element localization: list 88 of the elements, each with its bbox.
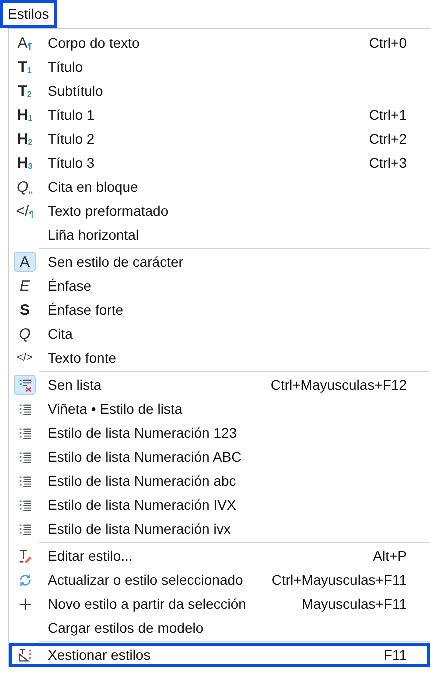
style-glyph: E bbox=[20, 278, 30, 294]
menu-item[interactable]: </> Texto fonte bbox=[9, 346, 430, 370]
menu-item[interactable]: Estilo de lista Numeración ABC bbox=[9, 445, 430, 469]
menu-item[interactable]: H1 Título 1 Ctrl+1 bbox=[9, 103, 430, 127]
menu-item-label: Viñeta • Estilo de lista bbox=[48, 401, 184, 417]
no-list-icon bbox=[18, 378, 32, 392]
menu-item-label: Cargar estilos de modelo bbox=[48, 620, 205, 636]
style-glyph: Q bbox=[19, 326, 31, 342]
menu-item-label: Xestionar estilos bbox=[48, 647, 152, 663]
menu-item-label: Énfase bbox=[48, 278, 93, 294]
menu-item-label: Texto fonte bbox=[48, 350, 118, 366]
menu-item-label: Estilo de lista Numeración IVX bbox=[48, 497, 238, 513]
style-glyph: H bbox=[17, 108, 28, 122]
menu-item[interactable]: T2 Subtítulo bbox=[9, 79, 430, 103]
menu-item[interactable]: Editar estilo... Alt+P bbox=[9, 544, 430, 568]
shortcut-label: Alt+P bbox=[373, 548, 407, 564]
menu-item[interactable]: A¶ Corpo do texto Ctrl+0 bbox=[9, 31, 430, 55]
style-glyph: T bbox=[18, 60, 28, 74]
style-glyph-index: 2 bbox=[27, 90, 32, 98]
style-glyph-index: 1 bbox=[27, 66, 32, 74]
menu-item-label: Énfase forte bbox=[48, 302, 124, 318]
menu-item[interactable]: H3 Título 3 Ctrl+3 bbox=[9, 151, 430, 175]
menu-item-label: Estilo de lista Numeración 123 bbox=[48, 425, 238, 441]
menu-item[interactable]: A Sen estilo de carácter bbox=[9, 250, 430, 274]
menu-item-label: Título bbox=[48, 59, 84, 75]
shortcut-label: Ctrl+0 bbox=[369, 35, 407, 51]
menu-item[interactable]: S Énfase forte bbox=[9, 298, 430, 322]
menu-item-label: Estilo de lista Numeración ivx bbox=[48, 521, 232, 537]
shortcut-label: Ctrl+3 bbox=[369, 155, 407, 171]
menu-item-label: Novo estilo a partir da selección bbox=[48, 596, 248, 612]
menu-item[interactable]: Sen lista Ctrl+Mayusculas+F12 bbox=[9, 373, 430, 397]
menu-item-label: Título 3 bbox=[48, 155, 96, 171]
style-glyph-index: ¶ bbox=[28, 42, 32, 50]
style-glyph-index: ¶ bbox=[29, 210, 34, 218]
menu-item[interactable]: Q Cita bbox=[9, 322, 430, 346]
menu-item[interactable]: Estilo de lista Numeración IVX bbox=[9, 493, 430, 517]
shortcut-label: Ctrl+Mayusculas+F11 bbox=[272, 572, 407, 588]
menu-item-label: Editar estilo... bbox=[48, 548, 134, 564]
manage-styles-icon bbox=[18, 648, 32, 662]
menu-item[interactable]: Estilo de lista Numeración 123 bbox=[9, 421, 430, 445]
style-glyph: </> bbox=[17, 352, 33, 364]
plus-icon bbox=[18, 596, 32, 612]
style-glyph: T bbox=[18, 84, 28, 98]
style-glyph: H bbox=[17, 132, 28, 146]
shortcut-label: Ctrl+1 bbox=[369, 107, 407, 123]
menu-item-label: Título 2 bbox=[48, 131, 96, 147]
menu-item-label: Actualizar o estilo seleccionado bbox=[48, 572, 244, 588]
style-glyph-index: 1 bbox=[28, 114, 33, 122]
menu-item[interactable]: Estilo de lista Numeración ivx bbox=[9, 517, 430, 541]
style-glyph: H bbox=[17, 156, 28, 170]
style-glyph-index: 2 bbox=[28, 138, 33, 146]
shortcut-label: Ctrl+2 bbox=[369, 131, 407, 147]
style-glyph: </ bbox=[16, 204, 30, 218]
style-glyph: S bbox=[20, 302, 30, 318]
style-glyph: A bbox=[18, 36, 28, 50]
menu-item[interactable]: T1 Título bbox=[9, 55, 430, 79]
menu-item[interactable]: H2 Título 2 Ctrl+2 bbox=[9, 127, 430, 151]
menu-item[interactable]: Estilo de lista Numeración abc bbox=[9, 469, 430, 493]
menu-item-label: Estilo de lista Numeración abc bbox=[48, 473, 238, 489]
menu-item-label: Subtítulo bbox=[48, 83, 104, 99]
menu-item[interactable]: Cargar estilos de modelo bbox=[9, 616, 430, 640]
menu-item-label: Sen lista bbox=[48, 377, 103, 393]
menu-item-label: Corpo do texto bbox=[48, 35, 141, 51]
menu-item-label: Cita bbox=[48, 326, 74, 342]
shortcut-label: Mayusculas+F11 bbox=[302, 596, 407, 612]
menu-item-label: Cita en bloque bbox=[48, 179, 140, 195]
menu-item[interactable]: Novo estilo a partir da selección Mayusculas+F11 bbox=[9, 592, 430, 616]
shortcut-label: F11 bbox=[384, 647, 407, 663]
refresh-icon bbox=[18, 572, 32, 588]
menu-item[interactable]: Actualizar o estilo seleccionado Ctrl+Mayusculas+F11 bbox=[9, 568, 430, 592]
menu-item-label: Liña horizontal bbox=[48, 227, 140, 243]
style-glyph-index: 3 bbox=[28, 162, 33, 170]
menu-item-label: Sen estilo de carácter bbox=[48, 254, 184, 270]
menu-item-label: Estilo de lista Numeración ABC bbox=[48, 449, 243, 465]
style-glyph: Q bbox=[16, 180, 29, 194]
style-glyph-index: ,, bbox=[28, 186, 34, 194]
menu-item[interactable]: Liña horizontal bbox=[9, 223, 430, 247]
menu-item-label: Título 1 bbox=[48, 107, 96, 123]
menu-item[interactable]: </¶ Texto preformatado bbox=[9, 199, 430, 223]
menu-item[interactable]: Q,, Cita en bloque bbox=[9, 175, 430, 199]
menu-item-label: Texto preformatado bbox=[48, 203, 170, 219]
menu-item[interactable]: E Énfase bbox=[9, 274, 430, 298]
menu-item[interactable]: Xestionar estilos F11 bbox=[9, 643, 430, 667]
menu-item[interactable]: Viñeta • Estilo de lista bbox=[9, 397, 430, 421]
edit-style-icon bbox=[18, 548, 32, 564]
shortcut-label: Ctrl+Mayusculas+F12 bbox=[270, 377, 407, 393]
style-glyph: A bbox=[20, 254, 30, 270]
menu-title[interactable]: Estilos bbox=[0, 0, 58, 28]
